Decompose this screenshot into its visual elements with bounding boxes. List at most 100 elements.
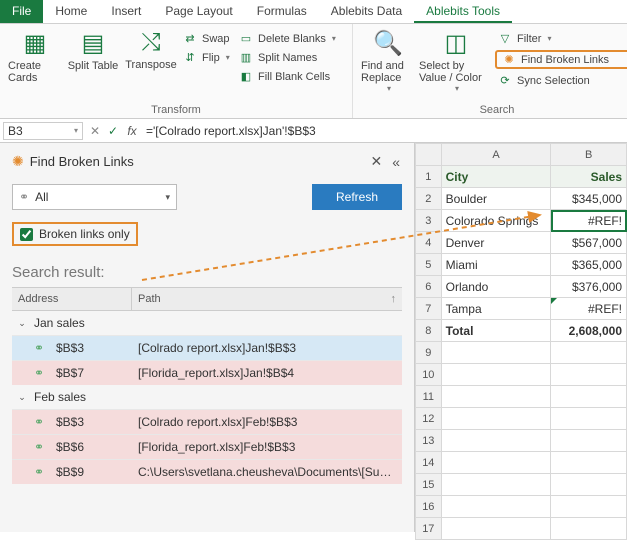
row-header[interactable]: 7	[416, 298, 442, 320]
cell[interactable]: #REF!	[551, 210, 627, 232]
delete-blanks-button[interactable]: ▭Delete Blanks▾	[236, 31, 346, 46]
cell[interactable]	[551, 342, 627, 364]
row-header[interactable]: 16	[416, 496, 442, 518]
cell[interactable]: Miami	[441, 254, 551, 276]
refresh-button[interactable]: Refresh	[312, 184, 402, 210]
cell[interactable]: Total	[441, 320, 551, 342]
filter-button[interactable]: ▽Filter▾	[495, 31, 627, 46]
cell[interactable]	[441, 496, 551, 518]
cell[interactable]	[441, 430, 551, 452]
col-path[interactable]: Path↑	[132, 288, 402, 310]
name-box[interactable]: B3▾	[3, 122, 83, 140]
tab-formulas[interactable]: Formulas	[245, 0, 319, 23]
tab-ablebits-tools[interactable]: Ablebits Tools	[414, 0, 512, 23]
cell[interactable]: $376,000	[551, 276, 627, 298]
select-all-corner[interactable]	[416, 144, 442, 166]
cell[interactable]	[551, 518, 627, 540]
result-group[interactable]: ⌄Jan sales	[12, 311, 402, 335]
result-address: $B$7	[56, 366, 138, 380]
sync-selection-button[interactable]: ⟳Sync Selection	[495, 73, 627, 88]
cell[interactable]	[441, 386, 551, 408]
cell[interactable]: Sales	[551, 166, 627, 188]
tab-home[interactable]: Home	[43, 0, 99, 23]
cell[interactable]	[551, 386, 627, 408]
cell[interactable]	[441, 408, 551, 430]
transpose-button[interactable]: ⤭ Transpose	[122, 27, 180, 102]
result-row[interactable]: ⚭$B$3[Colrado report.xlsx]Jan!$B$3	[12, 335, 402, 360]
cell[interactable]	[551, 408, 627, 430]
result-row[interactable]: ⚭$B$3[Colrado report.xlsx]Feb!$B$3	[12, 409, 402, 434]
result-address: $B$3	[56, 415, 138, 429]
result-group[interactable]: ⌄Feb sales	[12, 385, 402, 409]
row-header[interactable]: 9	[416, 342, 442, 364]
row-header[interactable]: 10	[416, 364, 442, 386]
row-header[interactable]: 2	[416, 188, 442, 210]
tab-page-layout[interactable]: Page Layout	[153, 0, 244, 23]
cell[interactable]: #REF!	[551, 298, 627, 320]
cell[interactable]: $345,000	[551, 188, 627, 210]
cell[interactable]	[551, 474, 627, 496]
cell[interactable]: 2,608,000	[551, 320, 627, 342]
swap-button[interactable]: ⇄Swap	[180, 31, 236, 46]
cell[interactable]: Tampa	[441, 298, 551, 320]
cell[interactable]	[441, 364, 551, 386]
row-header[interactable]: 6	[416, 276, 442, 298]
broken-only-input[interactable]	[20, 228, 33, 241]
split-table-button[interactable]: ▤ Split Table	[64, 27, 122, 102]
cell[interactable]	[441, 452, 551, 474]
tab-file[interactable]: File	[0, 0, 43, 23]
cell[interactable]	[441, 518, 551, 540]
row-header[interactable]: 11	[416, 386, 442, 408]
result-row[interactable]: ⚭$B$9C:\Users\svetlana.cheusheva\Documen…	[12, 459, 402, 484]
cell[interactable]	[441, 474, 551, 496]
cell[interactable]: $567,000	[551, 232, 627, 254]
cell[interactable]: City	[441, 166, 551, 188]
select-by-button[interactable]: ◫ Select by Value / Color ▾	[417, 27, 495, 102]
filter-dropdown[interactable]: ⚭ All ▾	[12, 184, 177, 210]
row-header[interactable]: 4	[416, 232, 442, 254]
find-replace-button[interactable]: 🔍 Find and Replace ▾	[359, 27, 417, 102]
cell[interactable]: $365,000	[551, 254, 627, 276]
sort-asc-icon[interactable]: ↑	[391, 293, 397, 305]
fx-icon[interactable]: fx	[122, 124, 142, 138]
result-path: C:\Users\svetlana.cheusheva\Documents\[S…	[138, 465, 398, 479]
create-cards-button[interactable]: ▦ Create Cards	[6, 27, 64, 102]
cell[interactable]: Colorado Springs	[441, 210, 551, 232]
cell[interactable]	[551, 430, 627, 452]
result-row[interactable]: ⚭$B$7[Florida_report.xlsx]Jan!$B$4	[12, 360, 402, 385]
tab-insert[interactable]: Insert	[99, 0, 153, 23]
row-header[interactable]: 17	[416, 518, 442, 540]
row-header[interactable]: 12	[416, 408, 442, 430]
cell[interactable]	[551, 364, 627, 386]
close-icon[interactable]: ✕	[368, 153, 384, 170]
split-names-button[interactable]: ▥Split Names	[236, 50, 346, 65]
row-header[interactable]: 15	[416, 474, 442, 496]
cell[interactable]	[551, 496, 627, 518]
row-header[interactable]: 8	[416, 320, 442, 342]
col-address[interactable]: Address	[12, 288, 132, 310]
formula-input[interactable]: ='[Colrado report.xlsx]Jan'!$B$3	[142, 124, 627, 138]
col-header-a[interactable]: A	[441, 144, 551, 166]
tab-ablebits-data[interactable]: Ablebits Data	[319, 0, 414, 23]
col-header-b[interactable]: B	[551, 144, 627, 166]
collapse-chevrons-icon[interactable]: «	[390, 154, 402, 170]
fill-blank-cells-button[interactable]: ◧Fill Blank Cells	[236, 69, 346, 84]
row-header[interactable]: 3	[416, 210, 442, 232]
find-broken-links-button[interactable]: ✺Find Broken Links	[495, 50, 627, 69]
worksheet[interactable]: A B 1CitySales 2Boulder$345,000 3Colorado …	[415, 143, 627, 532]
result-row[interactable]: ⚭$B$6[Florida_report.xlsx]Feb!$B$3	[12, 434, 402, 459]
row-header[interactable]: 5	[416, 254, 442, 276]
accept-formula-icon[interactable]: ✓	[104, 124, 122, 138]
broken-links-only-checkbox[interactable]: Broken links only	[12, 222, 138, 246]
link-icon: ⚭	[19, 190, 29, 204]
row-header[interactable]: 13	[416, 430, 442, 452]
cell[interactable]	[441, 342, 551, 364]
cancel-formula-icon[interactable]: ✕	[86, 124, 104, 138]
cell[interactable]: Boulder	[441, 188, 551, 210]
row-header[interactable]: 1	[416, 166, 442, 188]
flip-button[interactable]: ⇵Flip▾	[180, 50, 236, 65]
cell[interactable]: Denver	[441, 232, 551, 254]
cell[interactable]	[551, 452, 627, 474]
row-header[interactable]: 14	[416, 452, 442, 474]
cell[interactable]: Orlando	[441, 276, 551, 298]
